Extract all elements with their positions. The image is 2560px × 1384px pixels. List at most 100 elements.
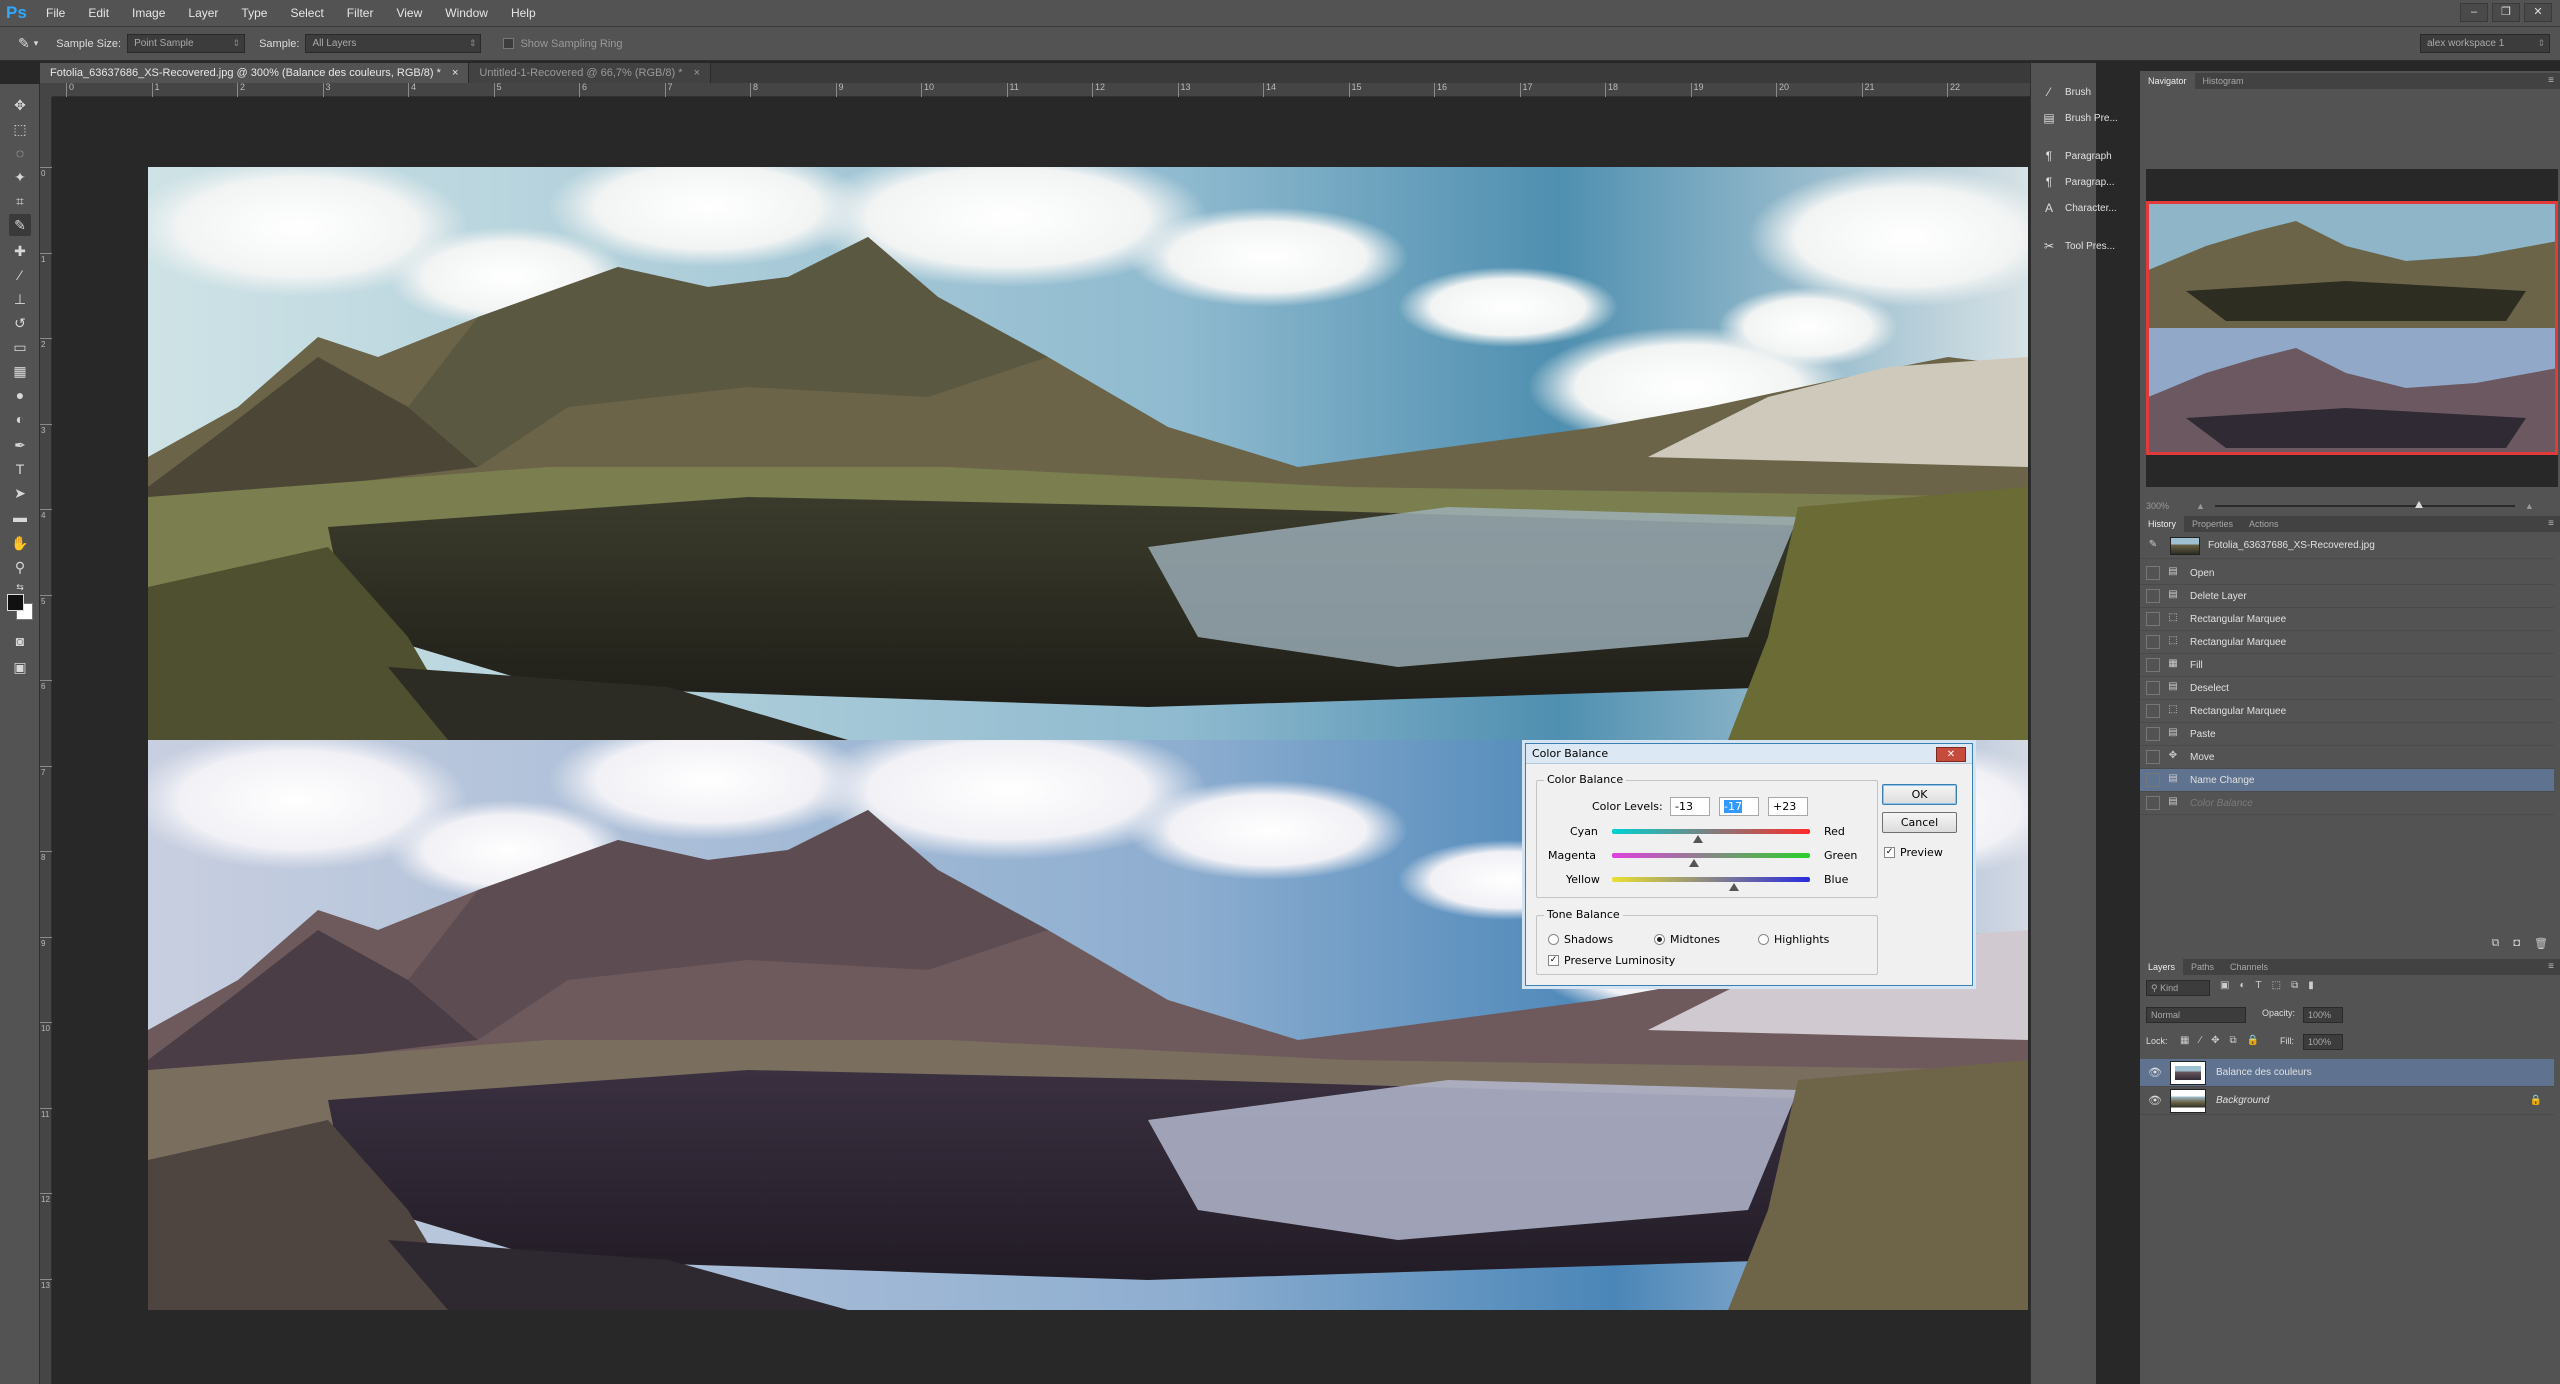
history-source-box[interactable] [2146, 681, 2160, 695]
adjustment-filter-icon[interactable]: ◐ [2239, 980, 2245, 991]
path-selection-tool-icon[interactable]: ➤ [9, 482, 31, 504]
panel-menu-icon[interactable]: ≡ [2548, 516, 2554, 532]
tool-presets-panel-button[interactable]: ✂ Tool Pres... [2031, 233, 2127, 259]
lock-transparency-icon[interactable]: ▦ [2180, 1035, 2189, 1046]
swap-colors-icon[interactable]: ⇆ [9, 580, 31, 594]
magenta-green-slider-track[interactable] [1612, 853, 1810, 858]
menu-edit[interactable]: Edit [88, 6, 109, 20]
tab-properties[interactable]: Properties [2184, 516, 2241, 532]
pixel-filter-icon[interactable]: ▣ [2220, 980, 2229, 991]
yellow-blue-slider-track[interactable] [1612, 877, 1810, 882]
brush-presets-panel-button[interactable]: ▤ Brush Pre... [2031, 105, 2127, 131]
close-tab-icon[interactable]: × [694, 67, 700, 79]
history-item[interactable]: ▤ Paste [2140, 723, 2554, 746]
cyan-red-slider-track[interactable] [1612, 829, 1810, 834]
character-styles-panel-button[interactable]: A Character... [2031, 195, 2127, 221]
menu-image[interactable]: Image [132, 6, 165, 20]
marquee-tool-icon[interactable]: ⬚ [9, 118, 31, 140]
ruler-origin[interactable] [40, 83, 52, 97]
color-swatches[interactable] [7, 594, 33, 620]
lock-all-icon[interactable]: 🔒 [2247, 1035, 2259, 1046]
preserve-luminosity-checkbox[interactable]: ✓ [1548, 955, 1559, 966]
close-tab-icon[interactable]: × [452, 67, 458, 79]
tab-fotolia-document[interactable]: Fotolia_63637686_XS-Recovered.jpg @ 300%… [40, 63, 470, 83]
zoom-tool-icon[interactable]: ⚲ [9, 556, 31, 578]
show-sampling-ring-checkbox[interactable] [503, 38, 515, 49]
type-filter-icon[interactable]: T [2256, 980, 2262, 991]
tool-preset-dropdown-icon[interactable]: ▾ [34, 38, 39, 49]
history-source-box[interactable] [2146, 658, 2160, 672]
lasso-tool-icon[interactable]: ◌ [9, 142, 31, 164]
magic-wand-tool-icon[interactable]: ✦ [9, 166, 31, 188]
navigator-zoom-slider[interactable] [2214, 501, 2515, 508]
history-source-box[interactable] [2146, 635, 2160, 649]
highlights-radio[interactable] [1758, 934, 1769, 945]
filter-toggle-icon[interactable]: ▮ [2308, 980, 2314, 991]
lock-position-icon[interactable]: ✥ [2211, 1035, 2219, 1046]
history-item[interactable]: ▤ Open [2140, 562, 2554, 585]
zoom-out-icon[interactable]: ▲ [2196, 501, 2205, 511]
history-item[interactable]: ⬚ Rectangular Marquee [2140, 608, 2554, 631]
history-item[interactable]: ▤ Delete Layer [2140, 585, 2554, 608]
navigator-zoom-value[interactable]: 300% [2146, 501, 2186, 511]
dialog-title[interactable]: Color Balance [1526, 744, 1972, 764]
history-source-box[interactable] [2146, 566, 2160, 580]
history-source-box[interactable] [2146, 704, 2160, 718]
brush-tool-icon[interactable]: ⁄ [9, 264, 31, 286]
history-brush-tool-icon[interactable]: ↺ [9, 312, 31, 334]
history-source-box[interactable] [2146, 750, 2160, 764]
history-source-box[interactable] [2146, 589, 2160, 603]
crop-tool-icon[interactable]: ⌗ [9, 190, 31, 212]
smart-object-filter-icon[interactable]: ⧉ [2291, 980, 2298, 991]
history-item[interactable]: ✥ Move [2140, 746, 2554, 769]
history-item[interactable]: ⬚ Rectangular Marquee [2140, 631, 2554, 654]
menu-help[interactable]: Help [511, 6, 536, 20]
menu-select[interactable]: Select [290, 6, 323, 20]
canvas-area[interactable] [52, 97, 2030, 1384]
sample-size-select[interactable]: Point Sample [127, 34, 246, 53]
tab-channels[interactable]: Channels [2222, 959, 2276, 975]
visibility-eye-icon[interactable]: 👁 [2148, 1066, 2162, 1080]
cancel-button[interactable]: Cancel [1882, 812, 1957, 833]
maximize-button[interactable]: ❐ [2492, 3, 2520, 22]
tab-history[interactable]: History [2140, 516, 2185, 532]
gradient-tool-icon[interactable]: ▦ [9, 360, 31, 382]
cyan-red-slider-knob[interactable] [1693, 835, 1704, 843]
shape-tool-icon[interactable]: ▬ [9, 506, 31, 528]
blur-tool-icon[interactable]: ● [9, 384, 31, 406]
yellow-blue-level-input[interactable]: +23 [1768, 797, 1808, 816]
history-item[interactable]: ⬚ Rectangular Marquee [2140, 700, 2554, 723]
eyedropper-icon[interactable]: ✎ [18, 35, 30, 52]
lock-pixels-icon[interactable]: ⁄ [2199, 1035, 2201, 1046]
lock-artboard-icon[interactable]: ⧉ [2230, 1035, 2237, 1046]
new-snapshot-icon[interactable]: ◘ [2513, 937, 2520, 955]
yellow-blue-slider-knob[interactable] [1728, 883, 1739, 891]
tab-paths[interactable]: Paths [2183, 959, 2222, 975]
layer-row-color-balance[interactable]: 👁 Balance des couleurs [2140, 1059, 2554, 1087]
tab-histogram[interactable]: Histogram [2195, 73, 2252, 89]
paragraph-styles-panel-button[interactable]: ¶ Paragrap... [2031, 169, 2127, 195]
cyan-red-level-input[interactable]: -13 [1670, 797, 1710, 816]
menu-filter[interactable]: Filter [347, 6, 374, 20]
tab-untitled-document[interactable]: Untitled-1-Recovered @ 66,7% (RGB/8) * × [469, 63, 712, 83]
dialog-close-button[interactable]: ✕ [1936, 747, 1966, 762]
new-document-from-state-icon[interactable]: ⧉ [2492, 937, 2500, 955]
move-tool-icon[interactable]: ✥ [9, 94, 31, 116]
history-snapshot[interactable]: ✎ Fotolia_63637686_XS-Recovered.jpg [2140, 533, 2554, 559]
history-source-box[interactable] [2146, 796, 2160, 810]
midtones-radio[interactable] [1654, 934, 1665, 945]
opacity-input[interactable]: 100% [2303, 1007, 2343, 1023]
menu-layer[interactable]: Layer [188, 6, 218, 20]
menu-type[interactable]: Type [241, 6, 267, 20]
minimize-button[interactable]: – [2460, 3, 2488, 22]
zoom-in-icon[interactable]: ▲ [2525, 501, 2534, 511]
close-window-button[interactable]: ✕ [2524, 3, 2552, 22]
quick-mask-icon[interactable]: ◙ [9, 630, 31, 652]
workspace-select[interactable]: alex workspace 1 [2420, 34, 2550, 53]
brush-panel-button[interactable]: ⁄ Brush [2031, 79, 2127, 105]
menu-file[interactable]: File [46, 6, 65, 20]
delete-state-icon[interactable]: 🗑 [2534, 937, 2548, 955]
eyedropper-tool-icon[interactable]: ✎ [9, 214, 31, 236]
screen-mode-icon[interactable]: ▣ [9, 656, 31, 678]
magenta-green-level-input[interactable]: -17 [1719, 797, 1759, 816]
